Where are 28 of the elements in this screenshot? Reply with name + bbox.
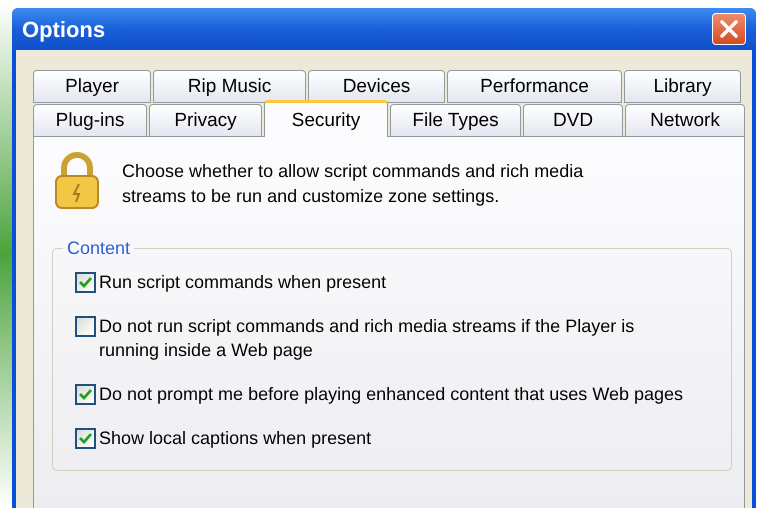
tab[interactable]: Player [33, 70, 151, 103]
checkmark-icon [79, 277, 92, 288]
group-title: Content [66, 237, 132, 260]
tab[interactable]: Devices [308, 70, 445, 103]
description-text: Choose whether to allow script commands and rich media streams to be run and customize zone settings. [122, 160, 584, 208]
checkbox-label: Show local captions when present [99, 427, 372, 450]
checkmark-icon [79, 389, 92, 400]
close-button[interactable] [712, 13, 746, 45]
window-title: Options [22, 16, 106, 44]
checkbox[interactable] [75, 272, 96, 293]
checkbox-label: Do not run script commands and rich media streams if the Player is running inside a Web page [99, 315, 636, 362]
checkbox[interactable] [75, 428, 96, 449]
tab[interactable]: Performance [447, 70, 622, 103]
tab[interactable]: Security [264, 100, 388, 137]
tab[interactable]: File Types [390, 104, 521, 137]
padlock-icon [52, 151, 102, 211]
checkbox-label: Do not prompt me before playing enhanced content that uses Web pages [99, 383, 684, 406]
tab[interactable]: Plug-ins [33, 104, 147, 137]
tab[interactable]: Privacy [149, 104, 262, 137]
tab[interactable]: DVD [523, 104, 623, 137]
close-icon [719, 19, 739, 39]
checkbox-label: Run script commands when present [99, 271, 388, 294]
checkbox[interactable] [75, 384, 96, 405]
tab[interactable]: Network [625, 104, 745, 137]
checkmark-icon [79, 433, 92, 444]
tab[interactable]: Library [624, 70, 741, 103]
tab[interactable]: Rip Music [153, 70, 306, 103]
checkbox[interactable] [75, 316, 96, 337]
